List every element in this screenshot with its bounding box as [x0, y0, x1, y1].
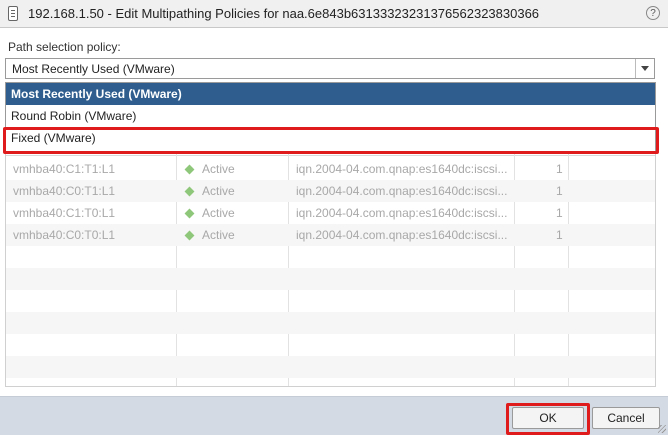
- policy-label: Path selection policy:: [8, 40, 121, 54]
- active-status-icon: [184, 186, 195, 197]
- path-name: vmhba40:C0:T1:L1: [13, 184, 116, 198]
- active-status-icon: [184, 208, 195, 219]
- cancel-button[interactable]: Cancel: [592, 407, 660, 429]
- path-status: Active: [202, 184, 235, 198]
- policy-select-value: Most Recently Used (VMware): [12, 62, 175, 76]
- dialog-titlebar: 192.168.1.50 - Edit Multipathing Policie…: [0, 0, 668, 28]
- option-most-recently-used[interactable]: Most Recently Used (VMware): [6, 83, 655, 105]
- chevron-down-icon[interactable]: [635, 59, 654, 78]
- active-status-icon: [184, 164, 195, 175]
- path-target: iqn.2004-04.com.qnap:es1640dc:iscsi...: [296, 228, 508, 242]
- path-target: iqn.2004-04.com.qnap:es1640dc:iscsi...: [296, 184, 508, 198]
- empty-row: [6, 312, 655, 334]
- table-row[interactable]: vmhba40:C0:T1:L1 Active iqn.2004-04.com.…: [6, 180, 655, 202]
- empty-row: [6, 290, 655, 312]
- path-name: vmhba40:C1:T1:L1: [13, 162, 116, 176]
- empty-row: [6, 268, 655, 290]
- path-lun: 1: [556, 162, 563, 176]
- path-lun: 1: [556, 206, 563, 220]
- path-lun: 1: [556, 184, 563, 198]
- empty-row: [6, 246, 655, 268]
- highlight-fixed-option: [3, 127, 659, 154]
- empty-row: [6, 356, 655, 378]
- policy-select[interactable]: Most Recently Used (VMware): [5, 58, 655, 79]
- table-row[interactable]: vmhba40:C1:T0:L1 Active iqn.2004-04.com.…: [6, 202, 655, 224]
- path-status: Active: [202, 228, 235, 242]
- dialog-title: 192.168.1.50 - Edit Multipathing Policie…: [28, 6, 540, 21]
- option-round-robin[interactable]: Round Robin (VMware): [6, 105, 655, 127]
- server-icon: [8, 6, 18, 21]
- path-name: vmhba40:C0:T0:L1: [13, 228, 116, 242]
- active-status-icon: [184, 230, 195, 241]
- resize-grip-icon[interactable]: [658, 425, 666, 433]
- empty-row: [6, 334, 655, 356]
- path-status: Active: [202, 206, 235, 220]
- path-status: Active: [202, 162, 235, 176]
- paths-table: Runtime Name Status Target LUN Preferred…: [5, 140, 656, 387]
- table-row[interactable]: vmhba40:C1:T1:L1 Active iqn.2004-04.com.…: [6, 158, 655, 180]
- path-name: vmhba40:C1:T0:L1: [13, 206, 116, 220]
- table-row[interactable]: vmhba40:C0:T0:L1 Active iqn.2004-04.com.…: [6, 224, 655, 246]
- highlight-ok-button: [506, 403, 590, 435]
- path-target: iqn.2004-04.com.qnap:es1640dc:iscsi...: [296, 206, 508, 220]
- help-icon[interactable]: ?: [646, 6, 660, 20]
- path-lun: 1: [556, 228, 563, 242]
- path-target: iqn.2004-04.com.qnap:es1640dc:iscsi...: [296, 162, 508, 176]
